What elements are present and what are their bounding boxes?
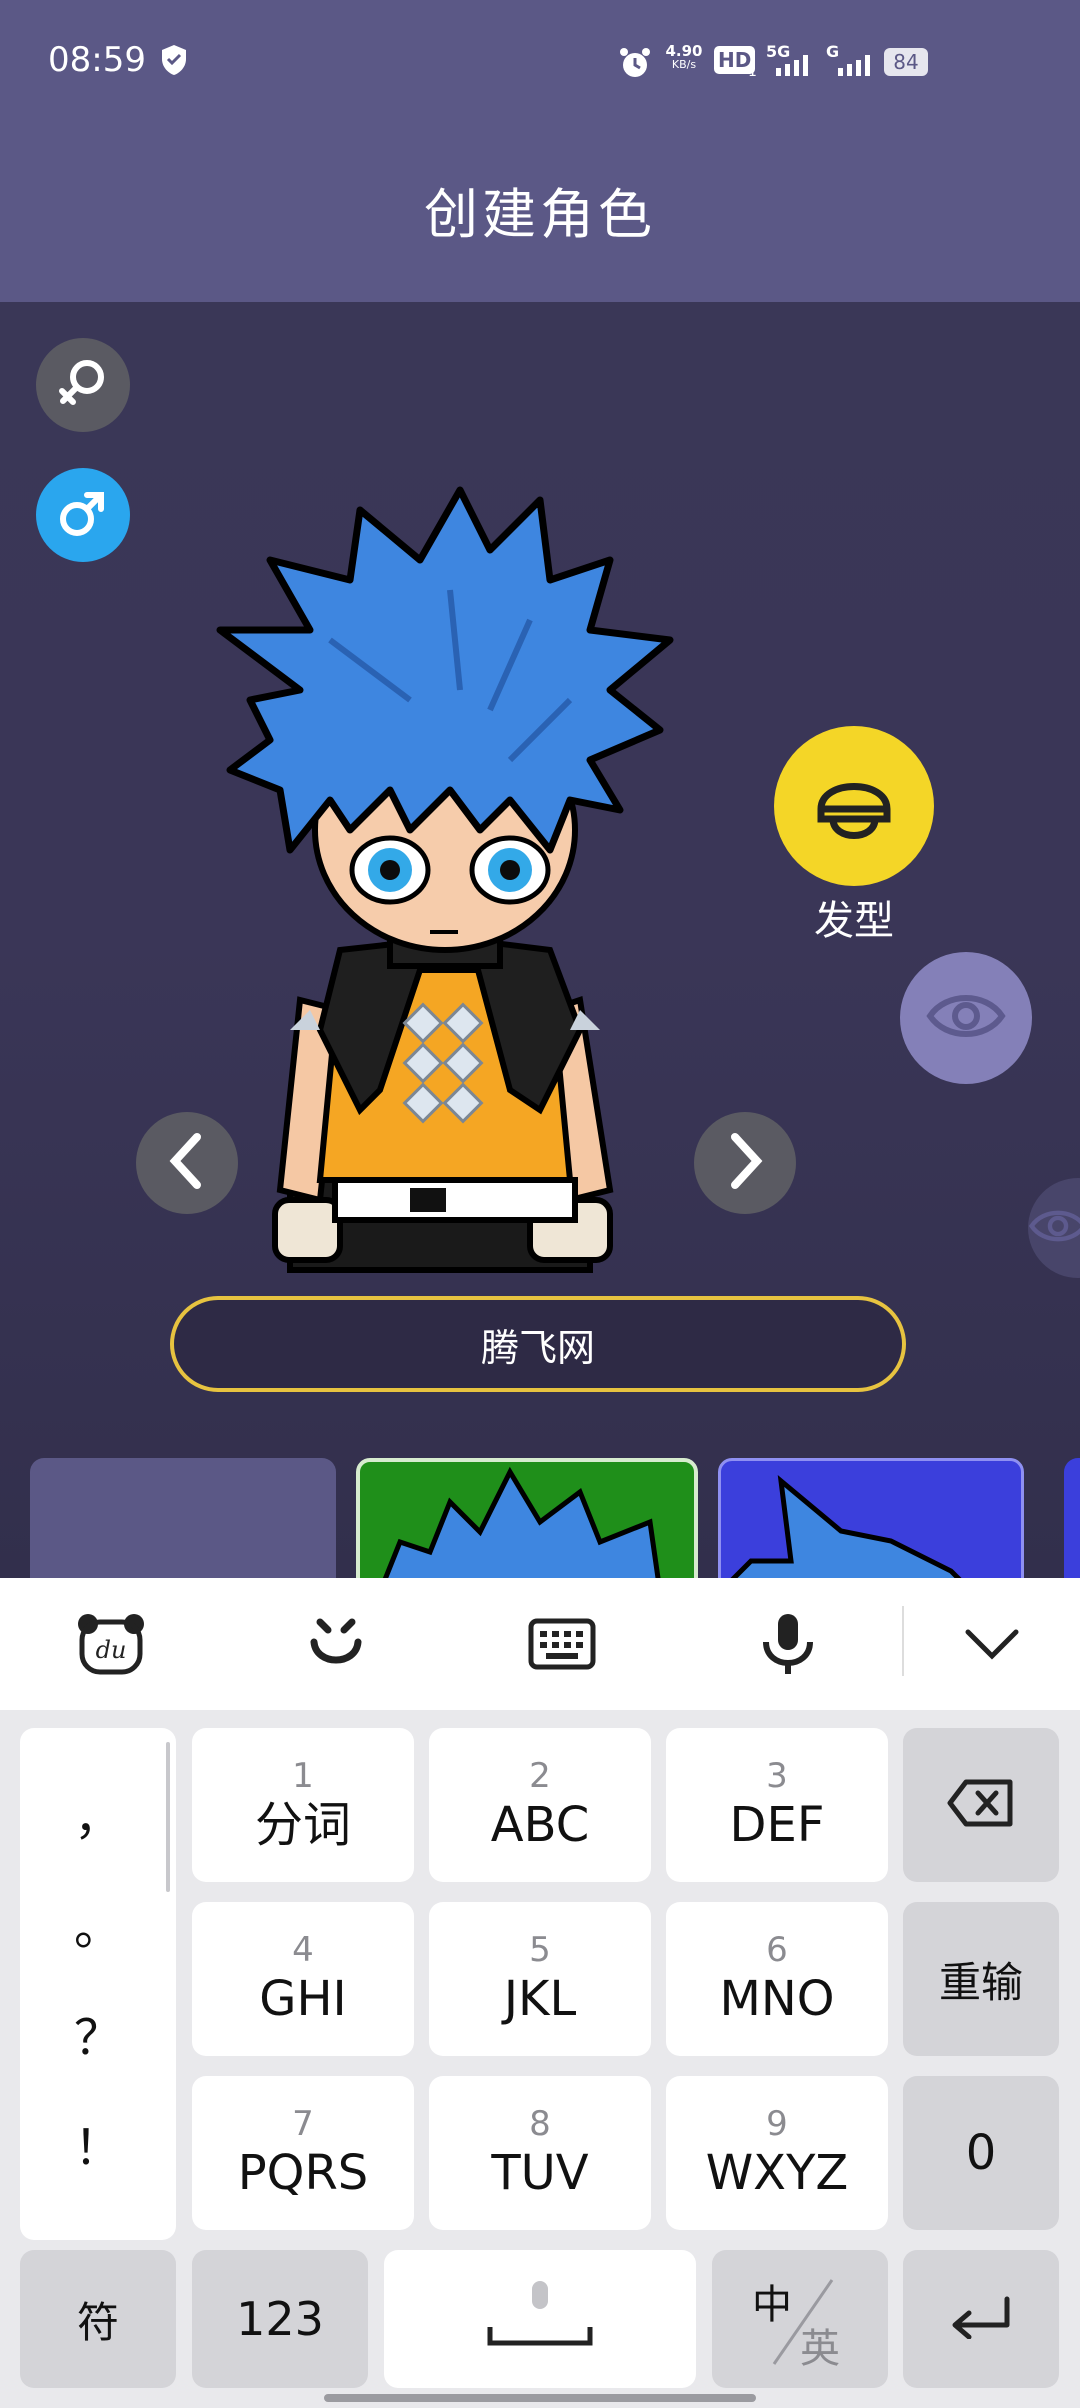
zero-label: 0: [965, 2125, 997, 2181]
reenter-label: 重输: [938, 1957, 1023, 2007]
character-name-input[interactable]: 腾飞网: [170, 1296, 906, 1392]
key-label: PQRS: [237, 2145, 369, 2201]
header: 创建角色: [0, 130, 1080, 302]
battery-icon: 84: [884, 48, 928, 76]
keyboard-toolbar: du: [0, 1578, 1080, 1710]
keyboard-icon[interactable]: [528, 1618, 596, 1674]
eye-icon: [1028, 1204, 1080, 1252]
key-number: 1: [292, 1756, 314, 1796]
backspace-key[interactable]: [903, 1728, 1059, 1882]
reenter-key[interactable]: 重输: [903, 1902, 1059, 2056]
home-indicator[interactable]: [324, 2394, 756, 2402]
male-button[interactable]: [36, 468, 130, 562]
key-4[interactable]: 4 GHI: [192, 1902, 414, 2056]
key-7[interactable]: 7 PQRS: [192, 2076, 414, 2230]
signal-bars-icon: [772, 52, 816, 80]
punct-exclaim[interactable]: ！: [21, 2108, 175, 2178]
page-title: 创建角色: [424, 183, 656, 246]
key-label: DEF: [729, 1797, 825, 1853]
key-3[interactable]: 3 DEF: [666, 1728, 888, 1882]
key-9[interactable]: 9 WXYZ: [666, 2076, 888, 2230]
emoji-icon[interactable]: [306, 1614, 366, 1678]
key-label: WXYZ: [705, 2145, 849, 2201]
toolbar-divider: [902, 1606, 904, 1676]
space-mic-icon: [480, 2277, 600, 2361]
punctuation-list[interactable]: ， 。 ？ ！: [20, 1728, 176, 2240]
key-number: 8: [529, 2104, 551, 2144]
status-time: 08:59: [48, 40, 146, 80]
chevron-right-icon: [723, 1131, 767, 1195]
previous-arrow-button[interactable]: [136, 1112, 238, 1214]
key-label: MNO: [719, 1971, 835, 2027]
key-label: TUV: [491, 2145, 589, 2201]
punct-period[interactable]: 。: [21, 1888, 175, 1958]
hairstyle-option-none[interactable]: [30, 1458, 336, 1588]
key-label: ABC: [490, 1797, 590, 1853]
hair-thumbnail: [380, 1466, 662, 1584]
shield-icon: [160, 44, 188, 80]
language-switch-key[interactable]: 中 英: [712, 2250, 888, 2388]
helmet-icon: [809, 759, 899, 853]
key-8[interactable]: 8 TUV: [429, 2076, 651, 2230]
du-logo-icon[interactable]: du: [76, 1612, 146, 1680]
hd-sub: 1: [748, 64, 757, 80]
punct-question[interactable]: ？: [21, 1998, 175, 2068]
key-6[interactable]: 6 MNO: [666, 1902, 888, 2056]
space-key[interactable]: [384, 2250, 696, 2388]
lang-slash: [772, 2279, 834, 2365]
alarm-icon: [618, 46, 652, 84]
chevron-left-icon: [165, 1131, 209, 1195]
female-symbol-icon: [53, 353, 113, 417]
hairstyle-option-more[interactable]: [1064, 1458, 1080, 1588]
key-number: 3: [766, 1756, 788, 1796]
microphone-icon[interactable]: [760, 1610, 816, 1682]
net-speed: 4.90 KB/s: [665, 42, 703, 72]
symbols-key[interactable]: 符: [20, 2250, 176, 2388]
hairstyle-button[interactable]: [774, 726, 934, 886]
key-label: JKL: [503, 1971, 577, 2027]
character-avatar: [190, 470, 710, 1284]
hairstyle-option-blue[interactable]: [718, 1458, 1024, 1588]
svg-text:du: du: [96, 1636, 127, 1664]
hairstyle-label: 发型: [814, 898, 894, 944]
next-arrow-button[interactable]: [694, 1112, 796, 1214]
numbers-label: 123: [236, 2292, 324, 2346]
signal-bars-icon: [834, 52, 878, 80]
key-number: 4: [292, 1930, 314, 1970]
key-label: 分词: [254, 1797, 351, 1853]
punct-scrollbar[interactable]: [166, 1742, 170, 1892]
key-number: 9: [766, 2104, 788, 2144]
key-1[interactable]: 1 分词: [192, 1728, 414, 1882]
status-bar: 08:59 4.90 KB/s HD 1 5G G 84: [0, 0, 1080, 130]
key-label: GHI: [259, 1971, 347, 2027]
battery-level: 84: [893, 50, 919, 74]
key-number: 5: [529, 1930, 551, 1970]
symbols-label: 符: [76, 2297, 119, 2347]
male-symbol-icon: [53, 483, 113, 547]
hair-thumbnail: [723, 1475, 969, 1585]
female-button[interactable]: [36, 338, 130, 432]
preview-eye-button[interactable]: [900, 952, 1032, 1084]
chevron-down-icon[interactable]: [964, 1626, 1020, 1666]
zero-key[interactable]: 0: [903, 2076, 1059, 2230]
key-5[interactable]: 5 JKL: [429, 1902, 651, 2056]
eye-icon: [926, 986, 1006, 1050]
name-input-value: 腾飞网: [480, 1325, 595, 1370]
key-number: 2: [529, 1756, 551, 1796]
backspace-icon: [946, 1778, 1016, 1832]
enter-key[interactable]: [903, 2250, 1059, 2388]
key-2[interactable]: 2 ABC: [429, 1728, 651, 1882]
keyboard: ， 。 ？ ！ 1 分词 2 ABC 3 DEF 4 GHI 5 JKL 6 M…: [0, 1710, 1080, 2408]
key-number: 6: [766, 1930, 788, 1970]
numbers-key[interactable]: 123: [192, 2250, 368, 2388]
punct-comma[interactable]: ，: [21, 1778, 175, 1848]
key-number: 7: [292, 2104, 314, 2144]
hairstyle-option-selected[interactable]: [356, 1458, 698, 1588]
enter-icon: [949, 2295, 1013, 2343]
